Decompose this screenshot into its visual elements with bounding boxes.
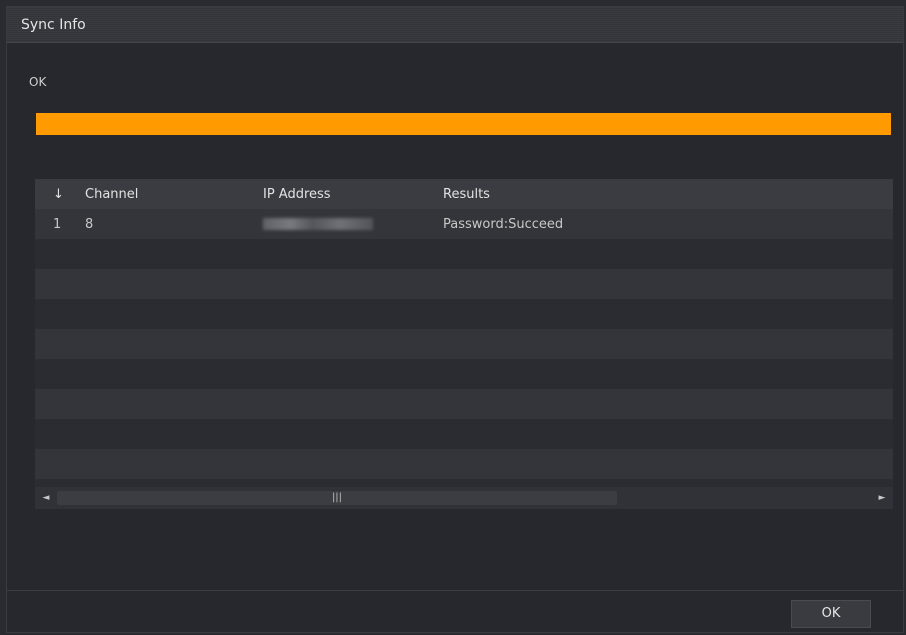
table-row [35, 389, 893, 419]
sort-icon[interactable]: ↓ [35, 187, 85, 202]
ok-button[interactable]: OK [791, 600, 871, 628]
blurred-ip-value [263, 218, 373, 230]
row-channel: 8 [85, 216, 94, 232]
column-header-ip-address[interactable]: IP Address [263, 187, 443, 202]
progress-fill [36, 113, 891, 135]
sync-info-dialog: Sync Info OK ↓ Channel IP Address Result… [6, 6, 904, 633]
column-header-results[interactable]: Results [443, 187, 893, 202]
table-row [35, 359, 893, 389]
row-ip-address [263, 217, 443, 232]
footer-divider [7, 590, 903, 591]
scroll-right-icon[interactable]: ► [871, 493, 893, 503]
table-row [35, 299, 893, 329]
results-table: ↓ Channel IP Address Results 1 8 Passwor… [35, 179, 893, 509]
status-text: OK [29, 75, 47, 89]
scroll-left-icon[interactable]: ◄ [35, 493, 57, 503]
table-row[interactable]: 1 8 Password:Succeed [35, 209, 893, 239]
table-row [35, 329, 893, 359]
scrollbar-thumb[interactable]: ||| [57, 491, 617, 505]
progress-bar [36, 113, 891, 135]
table-row [35, 419, 893, 449]
row-result: Password:Succeed [443, 216, 564, 232]
column-header-channel[interactable]: Channel [85, 187, 263, 202]
row-number: 1 [53, 216, 62, 232]
table-row [35, 449, 893, 479]
table-row [35, 269, 893, 299]
dialog-title: Sync Info [7, 7, 903, 43]
horizontal-scrollbar[interactable]: ◄ ||| ► [35, 487, 893, 509]
scrollbar-track[interactable]: ||| [57, 491, 871, 505]
table-row [35, 239, 893, 269]
table-header: ↓ Channel IP Address Results [35, 179, 893, 209]
